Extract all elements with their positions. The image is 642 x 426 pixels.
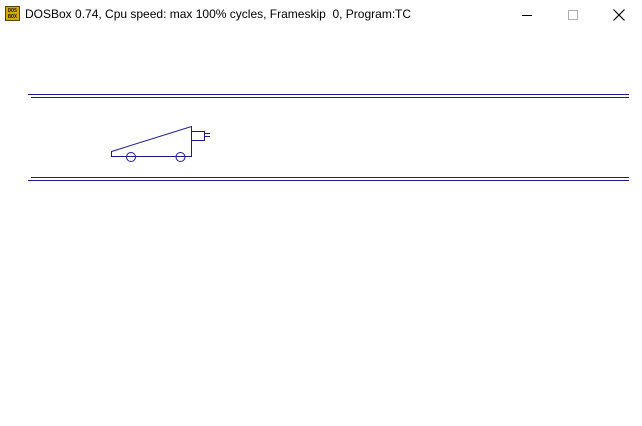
maximize-button[interactable] <box>550 0 596 30</box>
dos-screen[interactable] <box>0 30 642 426</box>
dosbox-icon[interactable]: DOS BOX <box>5 6 20 21</box>
icon-text-bottom: BOX <box>7 14 18 20</box>
graphics-canvas <box>28 94 629 181</box>
dosbox-window: DOS BOX DOSBox 0.74, Cpu speed: max 100%… <box>0 0 642 426</box>
road-top-lines <box>28 94 629 98</box>
car-drawing <box>111 125 210 162</box>
minimize-icon <box>522 15 532 16</box>
road-bottom-lines <box>28 177 629 181</box>
minimize-button[interactable] <box>504 0 550 30</box>
close-button[interactable] <box>596 0 642 30</box>
title-bar[interactable]: DOS BOX DOSBox 0.74, Cpu speed: max 100%… <box>0 0 642 30</box>
car-engine <box>191 131 205 141</box>
close-icon <box>613 9 625 21</box>
maximize-icon <box>568 10 578 20</box>
program-name: TC <box>395 7 411 21</box>
window-title: DOSBox 0.74, Cpu speed: max 100% cycles,… <box>25 7 396 21</box>
car-body <box>111 125 192 157</box>
